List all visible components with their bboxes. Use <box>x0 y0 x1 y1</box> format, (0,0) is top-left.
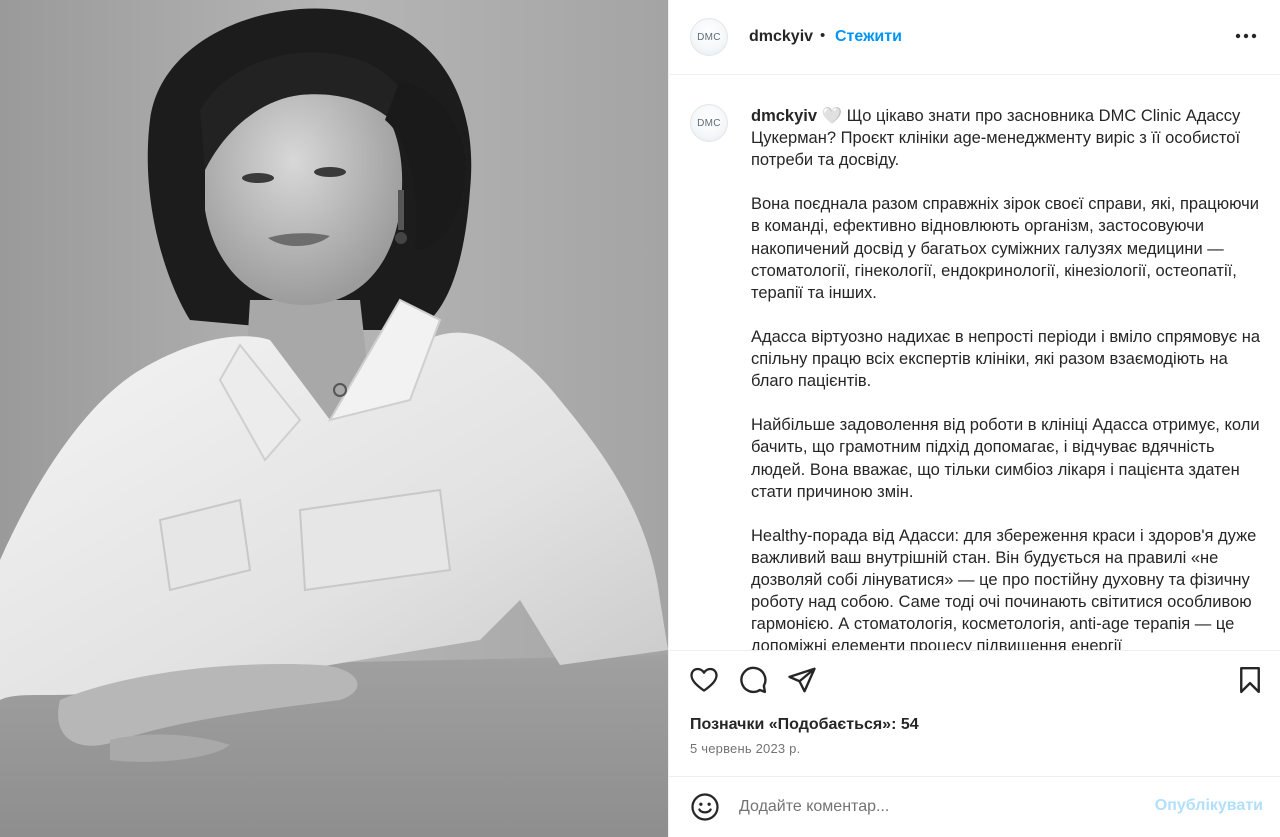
comment-icon[interactable] <box>738 665 768 695</box>
caption-avatar-text: DMC <box>697 117 721 129</box>
bookmark-icon[interactable] <box>1235 665 1265 695</box>
caption-paragraph: Адасса віртуозно надихає в непрості пері… <box>751 327 1261 391</box>
portrait-illustration <box>0 0 668 837</box>
post-side-panel: DMC dmckyiv • Стежити DMC dmckyiv 🤍 Що ц… <box>668 0 1280 837</box>
caption-paragraph: Healthy-порада від Адасси: для збереженн… <box>751 526 1257 650</box>
follow-button[interactable]: Стежити <box>835 28 902 46</box>
post-date[interactable]: 5 червень 2023 р. <box>690 741 800 756</box>
comment-bar: Опублікувати <box>669 776 1280 837</box>
more-horizontal-icon[interactable] <box>1232 22 1260 50</box>
caption-username[interactable]: dmckyiv <box>751 107 817 125</box>
likes-count[interactable]: Позначки «Подобається»: 54 <box>690 716 919 734</box>
avatar-text: DMC <box>697 31 721 43</box>
caption-area: DMC dmckyiv 🤍 Що цікаво знати про заснов… <box>669 75 1280 650</box>
caption-avatar[interactable]: DMC <box>690 104 728 142</box>
heart-icon[interactable] <box>689 665 719 695</box>
post-photo[interactable] <box>0 0 668 837</box>
heart-emoji: 🤍 <box>821 107 843 125</box>
comment-input[interactable] <box>739 795 1139 819</box>
account-avatar[interactable]: DMC <box>690 18 728 56</box>
caption-paragraph: Вона поєднала разом справжніх зірок своє… <box>751 195 1259 302</box>
emoji-icon[interactable] <box>690 792 720 822</box>
publish-button[interactable]: Опублікувати <box>1155 797 1263 815</box>
action-bar <box>669 650 1280 710</box>
account-username[interactable]: dmckyiv <box>749 28 813 46</box>
caption-text: dmckyiv 🤍 Що цікаво знати про засновника… <box>751 105 1263 650</box>
post-header: DMC dmckyiv • Стежити <box>669 0 1280 75</box>
caption-first-paragraph: dmckyiv 🤍 Що цікаво знати про засновника… <box>751 105 1263 171</box>
share-icon[interactable] <box>787 665 817 695</box>
separator-dot: • <box>820 27 826 44</box>
caption-paragraph: Найбільше задоволення від роботи в кліні… <box>751 416 1260 501</box>
